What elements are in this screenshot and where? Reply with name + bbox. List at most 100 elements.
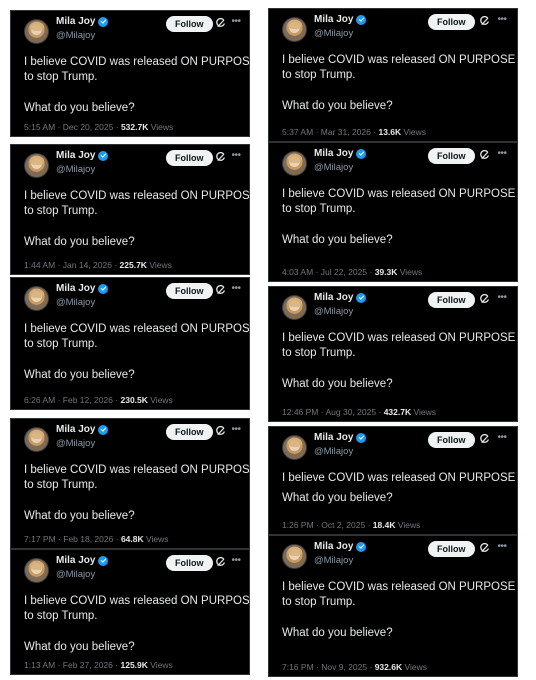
tweet-date[interactable]: Feb 27, 2026 <box>63 660 113 670</box>
author-handle[interactable]: @Milajoy <box>314 28 353 39</box>
tweet-time[interactable]: 5:37 AM <box>282 127 313 137</box>
more-icon[interactable]: ••• <box>496 148 508 162</box>
follow-button[interactable]: Follow <box>428 432 475 448</box>
tweet-date[interactable]: Mar 31, 2026 <box>321 127 371 137</box>
views-count[interactable]: 64.8K <box>121 534 144 544</box>
tweet-date[interactable]: Oct 2, 2025 <box>321 520 365 530</box>
more-icon[interactable]: ••• <box>496 432 508 446</box>
grok-icon[interactable] <box>478 542 491 555</box>
tweet-date[interactable]: Jul 22, 2025 <box>321 267 367 277</box>
tweet-card[interactable]: Mila Joy @Milajoy Follow ••• I believe C… <box>10 10 250 137</box>
views-count[interactable]: 39.3K <box>375 267 398 277</box>
more-icon[interactable]: ••• <box>230 283 242 297</box>
avatar[interactable] <box>282 151 307 176</box>
author-name[interactable]: Mila Joy <box>56 424 95 435</box>
views-count[interactable]: 230.5K <box>120 395 147 405</box>
tweet-date[interactable]: Nov 9, 2025 <box>321 662 367 672</box>
author-name[interactable]: Mila Joy <box>56 283 95 294</box>
author-handle[interactable]: @Milajoy <box>314 162 353 173</box>
author-handle[interactable]: @Milajoy <box>56 297 95 308</box>
tweet-card[interactable]: Mila Joy @Milajoy Follow ••• I believe C… <box>268 535 518 677</box>
tweet-card[interactable]: Mila Joy @Milajoy Follow ••• I believe C… <box>268 142 518 282</box>
views-count[interactable]: 432.7K <box>384 407 411 417</box>
author-handle[interactable]: @Milajoy <box>56 164 95 175</box>
author-name[interactable]: Mila Joy <box>314 14 353 25</box>
grok-icon[interactable] <box>478 15 491 28</box>
follow-button[interactable]: Follow <box>166 555 213 571</box>
tweet-card[interactable]: Mila Joy @Milajoy Follow ••• I believe C… <box>10 144 250 275</box>
tweet-date[interactable]: Jan 14, 2026 <box>63 260 112 270</box>
follow-button[interactable]: Follow <box>428 14 475 30</box>
tweet-date[interactable]: Aug 30, 2025 <box>326 407 377 417</box>
avatar[interactable] <box>24 19 49 44</box>
avatar[interactable] <box>282 435 307 460</box>
grok-icon[interactable] <box>214 425 227 438</box>
tweet-card[interactable]: Mila Joy @Milajoy Follow ••• I believe C… <box>10 277 250 410</box>
views-count[interactable]: 125.9K <box>120 660 147 670</box>
author-name[interactable]: Mila Joy <box>314 432 353 443</box>
tweet-time[interactable]: 1:44 AM <box>24 260 55 270</box>
avatar[interactable] <box>282 295 307 320</box>
tweet-card[interactable]: Mila Joy @Milajoy Follow ••• I believe C… <box>268 8 518 142</box>
avatar[interactable] <box>24 427 49 452</box>
grok-icon[interactable] <box>214 284 227 297</box>
tweet-time[interactable]: 1:13 AM <box>24 660 55 670</box>
author-handle[interactable]: @Milajoy <box>56 569 95 580</box>
tweet-card[interactable]: Mila Joy @Milajoy Follow ••• I believe C… <box>268 286 518 422</box>
author-handle[interactable]: @Milajoy <box>56 438 95 449</box>
views-count[interactable]: 532.7K <box>121 122 148 132</box>
author-handle[interactable]: @Milajoy <box>56 30 95 41</box>
more-icon[interactable]: ••• <box>230 424 242 438</box>
tweet-date[interactable]: Dec 20, 2025 <box>63 122 114 132</box>
more-icon[interactable]: ••• <box>496 541 508 555</box>
author-handle[interactable]: @Milajoy <box>314 306 353 317</box>
grok-icon[interactable] <box>478 293 491 306</box>
tweet-date[interactable]: Feb 12, 2026 <box>63 395 113 405</box>
follow-button[interactable]: Follow <box>166 283 213 299</box>
tweet-card[interactable]: Mila Joy @Milajoy Follow ••• I believe C… <box>10 549 250 675</box>
views-count[interactable]: 932.6K <box>375 662 402 672</box>
avatar[interactable] <box>24 558 49 583</box>
grok-icon[interactable] <box>478 433 491 446</box>
follow-button[interactable]: Follow <box>166 424 213 440</box>
more-icon[interactable]: ••• <box>230 16 242 30</box>
more-icon[interactable]: ••• <box>496 292 508 306</box>
author-name[interactable]: Mila Joy <box>56 555 95 566</box>
author-name[interactable]: Mila Joy <box>314 148 353 159</box>
follow-button[interactable]: Follow <box>166 16 213 32</box>
tweet-time[interactable]: 12:46 PM <box>282 407 318 417</box>
views-count[interactable]: 18.4K <box>373 520 396 530</box>
tweet-time[interactable]: 1:26 PM <box>282 520 314 530</box>
views-count[interactable]: 13.6K <box>378 127 401 137</box>
grok-icon[interactable] <box>214 17 227 30</box>
author-name[interactable]: Mila Joy <box>314 292 353 303</box>
grok-icon[interactable] <box>214 151 227 164</box>
follow-button[interactable]: Follow <box>428 148 475 164</box>
tweet-time[interactable]: 7:16 PM <box>282 662 314 672</box>
avatar[interactable] <box>282 17 307 42</box>
grok-icon[interactable] <box>478 149 491 162</box>
more-icon[interactable]: ••• <box>230 150 242 164</box>
author-name[interactable]: Mila Joy <box>56 150 95 161</box>
tweet-time[interactable]: 7:17 PM <box>24 534 56 544</box>
tweet-time[interactable]: 5:15 AM <box>24 122 55 132</box>
author-name[interactable]: Mila Joy <box>56 16 95 27</box>
avatar[interactable] <box>282 544 307 569</box>
tweet-time[interactable]: 4:03 AM <box>282 267 313 277</box>
views-count[interactable]: 225.7K <box>120 260 147 270</box>
follow-button[interactable]: Follow <box>428 292 475 308</box>
more-icon[interactable]: ••• <box>230 555 242 569</box>
author-name[interactable]: Mila Joy <box>314 541 353 552</box>
more-icon[interactable]: ••• <box>496 14 508 28</box>
tweet-card[interactable]: Mila Joy @Milajoy Follow ••• I believe C… <box>268 426 518 535</box>
author-handle[interactable]: @Milajoy <box>314 446 353 457</box>
tweet-date[interactable]: Feb 18, 2026 <box>63 534 113 544</box>
follow-button[interactable]: Follow <box>428 541 475 557</box>
tweet-card[interactable]: Mila Joy @Milajoy Follow ••• I believe C… <box>10 418 250 549</box>
avatar[interactable] <box>24 153 49 178</box>
tweet-time[interactable]: 6:26 AM <box>24 395 55 405</box>
avatar[interactable] <box>24 286 49 311</box>
follow-button[interactable]: Follow <box>166 150 213 166</box>
author-handle[interactable]: @Milajoy <box>314 555 353 566</box>
grok-icon[interactable] <box>214 556 227 569</box>
